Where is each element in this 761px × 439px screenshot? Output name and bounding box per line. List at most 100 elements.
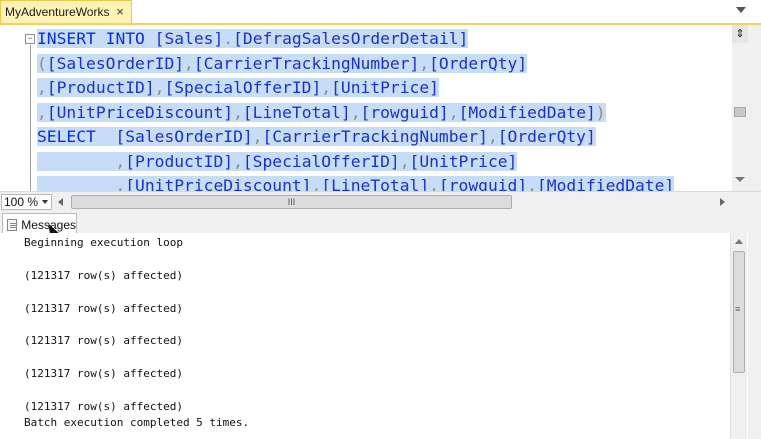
- sql-identifier: [OrderQty]: [429, 53, 528, 73]
- selected-code: ([SalesOrderID],[CarrierTrackingNumber],…: [37, 53, 528, 73]
- code-line[interactable]: ,[ProductID],[SpecialOfferID],[UnitPrice…: [37, 150, 674, 175]
- message-line: (121317 row(s) affected): [24, 367, 183, 381]
- sql-identifier: [rowguid]: [360, 102, 449, 122]
- split-window-icon[interactable]: ⇕: [732, 25, 748, 43]
- sql-token: ,: [233, 151, 243, 171]
- tab-messages[interactable]: Messages: [2, 213, 77, 235]
- selected-code: ,[ProductID],[SpecialOfferID],[UnitPrice…: [37, 78, 439, 97]
- sql-token: .: [223, 29, 234, 48]
- sql-identifier: [SpecialOfferID]: [242, 151, 400, 171]
- code-text[interactable]: INSERT INTO [Sales].[DefragSalesOrderDet…: [37, 27, 675, 191]
- code-line[interactable]: ,[ProductID],[SpecialOfferID],[UnitPrice…: [37, 76, 674, 101]
- sql-identifier: [UnitPrice]: [331, 78, 439, 97]
- selected-code: ,[UnitPriceDiscount],[LineTotal],[rowgui…: [37, 102, 606, 122]
- sql-token: ,: [115, 176, 126, 191]
- zoom-value: 100 %: [4, 195, 39, 209]
- sql-token: ,: [350, 102, 361, 122]
- sql-identifier: [LineTotal]: [321, 176, 430, 191]
- document-tab[interactable]: MyAdventureWorks ×: [0, 0, 132, 23]
- sql-token: ,: [311, 176, 322, 191]
- sql-identifier: [CarrierTrackingNumber]: [193, 53, 420, 73]
- messages-scroll-thumb[interactable]: [733, 251, 745, 373]
- scroll-up-icon[interactable]: [735, 239, 743, 244]
- sql-identifier: [LineTotal]: [242, 102, 351, 122]
- sql-identifier: [SalesOrderID]: [115, 127, 253, 146]
- messages-vertical-scrollbar[interactable]: [730, 233, 747, 439]
- horizontal-scroll-thumb[interactable]: III: [71, 195, 512, 209]
- sql-token: ,: [154, 78, 165, 97]
- sql-keyword: INTO: [105, 29, 145, 48]
- sql-identifier: [UnitPriceDiscount]: [46, 102, 234, 122]
- editor-vertical-scrollbar[interactable]: ⇕: [732, 25, 748, 191]
- sql-identifier: [DefragSalesOrderDetail]: [233, 29, 469, 48]
- document-tab-strip: MyAdventureWorks ×: [0, 0, 761, 25]
- selected-code: ,[ProductID],[SpecialOfferID],[UnitPrice…: [37, 151, 518, 171]
- message-line: Batch execution completed 5 times.: [24, 416, 250, 430]
- code-line[interactable]: ([SalesOrderID],[CarrierTrackingNumber],…: [37, 52, 674, 77]
- sql-identifier: [ProductID]: [125, 151, 234, 171]
- sql-identifier: [OrderQty]: [497, 127, 596, 146]
- sql-token: ,: [252, 127, 263, 146]
- sql-identifier: [UnitPrice]: [409, 151, 518, 171]
- code-line[interactable]: SELECT [SalesOrderID],[CarrierTrackingNu…: [37, 125, 674, 150]
- sql-identifier: [SpecialOfferID]: [164, 78, 322, 97]
- sql-token: ,: [487, 127, 498, 146]
- sql-token: ,: [115, 151, 126, 171]
- message-line: (121317 row(s) affected): [24, 400, 183, 413]
- outline-guide: [30, 45, 31, 191]
- sql-token: ,: [184, 53, 194, 73]
- code-line[interactable]: INSERT INTO [Sales].[DefragSalesOrderDet…: [37, 27, 674, 52]
- sql-token: ,: [37, 78, 47, 97]
- query-editor[interactable]: − INSERT INTO [Sales].[DefragSalesOrderD…: [0, 25, 748, 191]
- selected-code: INSERT INTO [Sales].[DefragSalesOrderDet…: [37, 29, 469, 48]
- zoom-select[interactable]: 100 %: [1, 194, 52, 210]
- chevron-down-icon[interactable]: [42, 200, 48, 204]
- sql-identifier: [ModifiedDate]: [536, 176, 675, 191]
- message-line: (121317 row(s) affected): [24, 334, 183, 348]
- sql-identifier: [Sales]: [154, 29, 224, 48]
- scroll-left-icon[interactable]: [58, 198, 63, 206]
- sql-token: ,: [321, 78, 332, 97]
- document-tab-title: MyAdventureWorks: [5, 5, 110, 19]
- chevron-down-icon[interactable]: [733, 1, 749, 19]
- results-tab-strip: Messages: [0, 211, 761, 235]
- scroll-grip-icon: III: [287, 197, 296, 207]
- sql-token: ,: [527, 176, 537, 191]
- sql-token: ,: [429, 176, 439, 191]
- sql-token: ,: [233, 102, 243, 122]
- editor-scroll-thumb[interactable]: [734, 107, 746, 117]
- sql-token: ,: [37, 102, 47, 122]
- sql-keyword: INSERT: [37, 29, 96, 48]
- editor-status-bar: 100 % III: [0, 191, 761, 211]
- sql-identifier: [UnitPriceDiscount]: [125, 176, 312, 191]
- messages-icon: [7, 218, 18, 231]
- sql-identifier: [ProductID]: [46, 78, 155, 97]
- sql-token: ,: [448, 102, 459, 122]
- code-line[interactable]: ,[UnitPriceDiscount],[LineTotal],[rowgui…: [37, 101, 674, 126]
- sql-token: (: [37, 53, 47, 73]
- messages-pane[interactable]: Beginning execution loop (121317 row(s) a…: [0, 233, 730, 439]
- close-icon[interactable]: ×: [113, 5, 127, 19]
- scroll-right-icon[interactable]: [720, 198, 725, 206]
- sql-token: ): [595, 102, 606, 122]
- sql-identifier: [SalesOrderID]: [46, 53, 185, 73]
- collapse-outline-icon[interactable]: −: [25, 34, 35, 44]
- selected-code: ,[UnitPriceDiscount],[LineTotal],[rowgui…: [37, 176, 675, 191]
- sql-token: ,: [419, 53, 430, 73]
- sql-identifier: [CarrierTrackingNumber]: [262, 127, 488, 146]
- selected-code: SELECT [SalesOrderID],[CarrierTrackingNu…: [37, 127, 596, 146]
- message-line: (121317 row(s) affected): [24, 268, 183, 282]
- sql-identifier: [ModifiedDate]: [458, 102, 596, 122]
- code-line[interactable]: ,[UnitPriceDiscount],[LineTotal],[rowgui…: [37, 174, 675, 191]
- sql-keyword: SELECT: [37, 127, 96, 146]
- sql-token: ,: [399, 151, 410, 171]
- scroll-down-icon[interactable]: [735, 177, 745, 182]
- sql-identifier: [rowguid]: [438, 176, 528, 191]
- message-line: (121317 row(s) affected): [24, 301, 183, 315]
- message-line: Beginning execution loop: [24, 236, 183, 249]
